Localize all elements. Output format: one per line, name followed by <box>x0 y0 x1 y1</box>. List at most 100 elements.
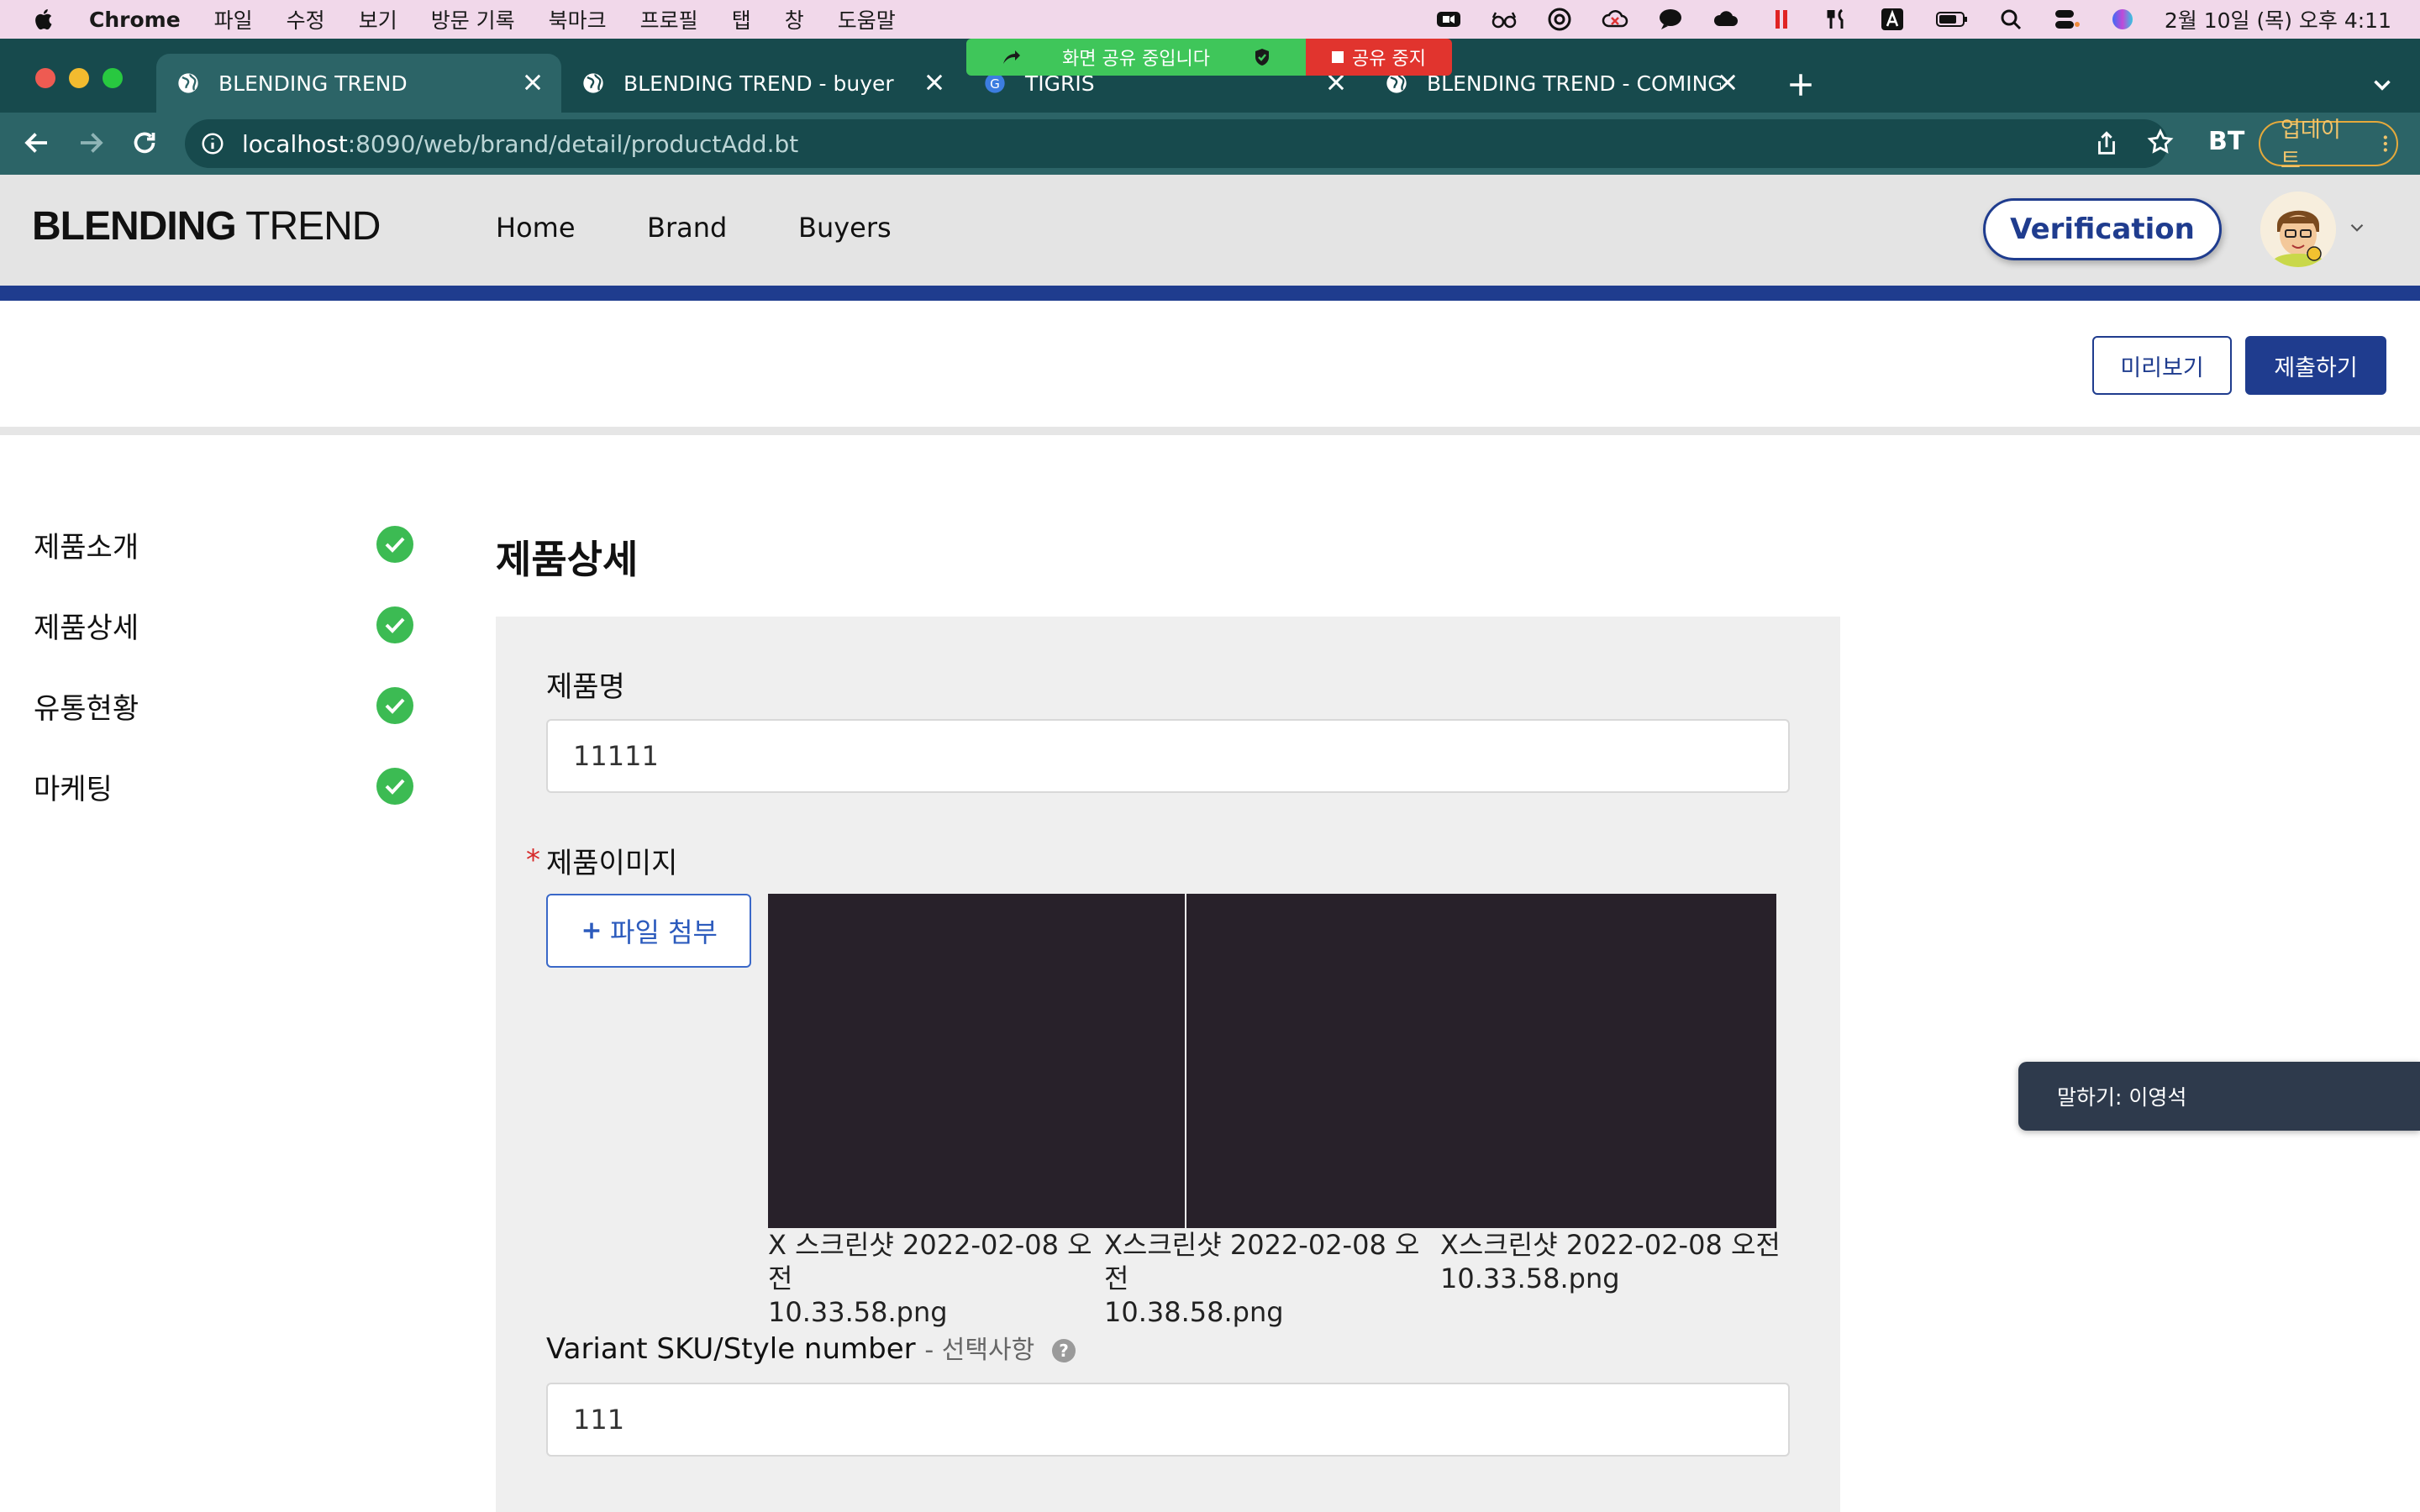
attach-file-button[interactable]: 파일 첨부 <box>546 894 751 968</box>
product-name-input[interactable]: 11111 <box>546 719 1790 793</box>
nav-home[interactable]: Home <box>496 212 576 244</box>
close-icon[interactable] <box>1716 71 1739 94</box>
apple-icon[interactable] <box>32 7 57 32</box>
reload-icon[interactable] <box>129 128 160 158</box>
variant-sku-label: Variant SKU/Style number <box>546 1332 916 1366</box>
window-minimize-button[interactable] <box>69 68 89 88</box>
control-center-icon[interactable] <box>2054 8 2081 31</box>
browser-tab[interactable]: BLENDING TREND - buyer <box>561 54 963 113</box>
header-accent-bar <box>0 286 2420 301</box>
tab-title: BLENDING TREND - buyer <box>623 71 894 96</box>
update-label: 업데이트 <box>2281 118 2341 174</box>
product-image-label: 제품이미지 <box>546 847 678 880</box>
url-host: localhost <box>242 129 348 158</box>
close-icon[interactable] <box>521 71 544 94</box>
menu-window[interactable]: 창 <box>785 4 804 34</box>
back-arrow-icon[interactable] <box>22 128 52 158</box>
address-bar[interactable]: localhost:8090/web/brand/detail/productA… <box>185 119 2168 168</box>
logo-bold-text: BLENDING <box>32 204 237 249</box>
spotlight-search-icon[interactable] <box>1998 8 2025 31</box>
check-circle-icon <box>376 687 413 724</box>
share-page-icon[interactable] <box>2092 129 2121 158</box>
share-arrow-icon <box>1003 50 1021 64</box>
bt-extension-icon[interactable]: BT <box>2208 127 2244 156</box>
site-logo[interactable]: BLENDING TREND <box>32 203 381 249</box>
menu-history[interactable]: 방문 기록 <box>431 4 515 34</box>
help-icon[interactable]: ? <box>1052 1339 1076 1362</box>
menubar-datetime[interactable]: 2월 10일 (목) 오후 4:11 <box>2165 4 2391 34</box>
verification-button[interactable]: Verification <box>1983 198 2222 260</box>
avatar[interactable] <box>2260 192 2336 267</box>
remove-image-button[interactable]: X <box>1440 1229 1459 1261</box>
cloud-error-icon[interactable] <box>1602 8 1628 31</box>
window-zoom-button[interactable] <box>103 68 123 88</box>
action-bar <box>0 301 2420 428</box>
window-close-button[interactable] <box>35 68 55 88</box>
preview-button[interactable]: 미리보기 <box>2092 336 2232 395</box>
check-circle-icon <box>376 526 413 563</box>
creative-cloud-icon[interactable] <box>1546 8 1573 31</box>
menu-tab[interactable]: 탭 <box>732 4 751 34</box>
sidebar-item-marketing[interactable]: 마케팅 <box>34 766 113 807</box>
nav-buyers[interactable]: Buyers <box>798 212 892 244</box>
image-thumbnail[interactable] <box>768 894 1185 1228</box>
plus-icon <box>583 922 600 939</box>
stop-square-icon <box>1332 51 1344 63</box>
menu-view[interactable]: 보기 <box>359 4 397 34</box>
filename-line2: 10.33.58.png <box>1440 1263 1620 1294</box>
remove-image-button[interactable]: X <box>1104 1229 1123 1261</box>
forward-arrow-icon[interactable] <box>76 128 106 158</box>
macos-menubar: Chrome 파일 수정 보기 방문 기록 북마크 프로필 탭 창 도움말 2월… <box>0 0 2420 39</box>
zoom-video-icon[interactable] <box>1435 8 1462 31</box>
url-path: :8090/web/brand/detail/productAdd.bt <box>347 129 799 158</box>
filename-line2: 10.38.58.png <box>1104 1296 1284 1328</box>
variant-sku-input[interactable]: 111 <box>546 1383 1790 1457</box>
stop-sharing-button[interactable]: 공유 중지 <box>1306 39 1452 76</box>
tab-search-chevron-icon[interactable] <box>2368 71 2396 99</box>
sidebar-item-product-detail[interactable]: 제품상세 <box>34 605 139 646</box>
browser-tab-active[interactable]: BLENDING TREND <box>156 54 561 113</box>
menu-file[interactable]: 파일 <box>214 4 253 34</box>
input-source-icon[interactable] <box>1879 8 1906 31</box>
tools-icon[interactable] <box>1823 8 1850 31</box>
menu-bookmarks[interactable]: 북마크 <box>549 4 607 34</box>
sidebar-item-distribution[interactable]: 유통현황 <box>34 685 139 727</box>
check-circle-icon <box>376 606 413 643</box>
check-circle-icon <box>376 768 413 805</box>
chat-bubble-icon[interactable] <box>1657 8 1684 31</box>
chevron-down-icon[interactable] <box>2346 217 2368 239</box>
speaking-indicator: 말하기: 이영석 <box>2018 1062 2420 1131</box>
filename-line1: 스크린샷 2022-02-08 오전 <box>1458 1229 1781 1261</box>
menu-profiles[interactable]: 프로필 <box>640 4 698 34</box>
glasses-icon[interactable] <box>1491 8 1518 31</box>
nav-brand[interactable]: Brand <box>647 212 727 244</box>
attach-file-label: 파일 첨부 <box>610 916 718 948</box>
screen-share-status: 화면 공유 중입니다 <box>966 39 1306 76</box>
image-filename: X 스크린샷 2022-02-08 오전 10.33.58.png <box>768 1228 1104 1329</box>
menu-app-name[interactable]: Chrome <box>89 8 181 32</box>
icloud-icon[interactable] <box>1712 8 1739 31</box>
siri-icon[interactable] <box>2109 8 2136 31</box>
sidebar-item-product-intro[interactable]: 제품소개 <box>34 524 139 565</box>
bookmark-star-icon[interactable] <box>2146 128 2175 156</box>
image-filename: X스크린샷 2022-02-08 오전 10.38.58.png <box>1104 1228 1440 1329</box>
remove-image-button[interactable]: X <box>768 1229 786 1261</box>
stop-sharing-label: 공유 중지 <box>1352 49 1426 70</box>
parallels-icon[interactable] <box>1768 8 1795 31</box>
menu-edit[interactable]: 수정 <box>287 4 325 34</box>
image-filename: X스크린샷 2022-02-08 오전 10.33.58.png <box>1440 1228 1793 1295</box>
info-icon[interactable] <box>200 131 225 156</box>
battery-icon[interactable] <box>1934 8 1970 31</box>
submit-button[interactable]: 제출하기 <box>2245 336 2386 395</box>
filename-line2: 10.33.58.png <box>768 1296 948 1328</box>
close-icon[interactable] <box>923 71 946 94</box>
globe-icon <box>583 73 603 93</box>
menu-help[interactable]: 도움말 <box>838 4 896 34</box>
chrome-update-button[interactable]: 업데이트 <box>2259 118 2398 174</box>
globe-icon <box>178 73 198 93</box>
tab-title: BLENDING TREND - COMING S <box>1427 71 1721 96</box>
image-thumbnail[interactable] <box>1186 894 1776 1228</box>
divider <box>0 427 2420 435</box>
new-tab-plus-icon[interactable] <box>1786 71 1815 99</box>
more-vertical-icon <box>2384 135 2388 152</box>
